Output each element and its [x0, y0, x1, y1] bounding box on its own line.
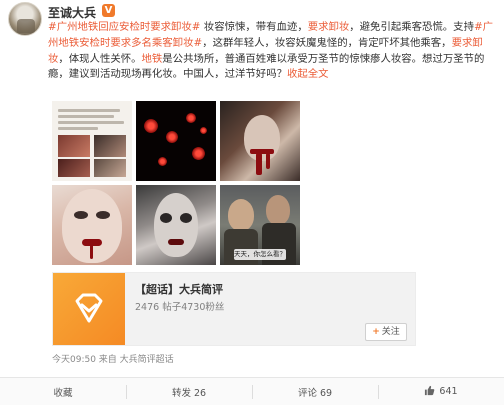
favorite-button[interactable]: 收藏	[0, 378, 126, 405]
supertopic-card[interactable]: 【超话】大兵简评 2476 帖子4730粉丝 + 关注	[52, 272, 416, 346]
verified-badge-icon: V	[102, 4, 115, 17]
like-count: 641	[439, 386, 458, 397]
hashtag-link[interactable]: 地铁	[142, 53, 163, 65]
post-text-segment: ，体现人性关怀。	[58, 52, 142, 65]
post-image-red-lights[interactable]	[136, 101, 216, 181]
post-text-segment: 妆容惊悚，带有血迹，	[200, 21, 308, 33]
thumbs-up-icon	[424, 385, 435, 399]
post-image-vampire-makeup[interactable]	[220, 101, 300, 181]
action-bar: 收藏 转发 26 评论 69 641	[0, 377, 504, 405]
user-avatar[interactable]	[8, 2, 42, 36]
plus-icon: +	[372, 327, 380, 337]
weibo-post: 至诚大兵 V #广州地铁回应安检时要求卸妆# 妆容惊悚，带有血迹，要求卸妆，避免…	[0, 0, 504, 405]
post-image-drama-still[interactable]: 天天，你怎么看？	[220, 185, 300, 265]
hashtag-link[interactable]: #广州地铁回应安检时要求卸妆#	[48, 21, 201, 33]
like-button[interactable]: 641	[378, 378, 504, 405]
drama-subtitle: 天天，你怎么看？	[234, 249, 286, 260]
follow-label: 关注	[381, 327, 400, 337]
supertopic-logo-icon	[53, 273, 125, 345]
supertopic-title: 【超话】大兵简评	[135, 283, 223, 296]
follow-button[interactable]: + 关注	[365, 323, 407, 341]
username[interactable]: 至诚大兵	[48, 4, 96, 21]
repost-button[interactable]: 转发 26	[126, 378, 252, 405]
favorite-label: 收藏	[53, 387, 73, 399]
post-text-segment: ，这群年轻人，妆容妖魔鬼怪的，肯定吓坏其他乘客，	[202, 36, 452, 49]
supertopic-stats: 2476 帖子4730粉丝	[135, 302, 225, 313]
post-body: #广州地铁回应安检时要求卸妆# 妆容惊悚，带有血迹，要求卸妆，避免引起乘客恐慌。…	[48, 20, 500, 83]
repost-label: 转发 26	[171, 387, 207, 399]
post-text-segment: ，避免引起乘客恐慌。支持	[349, 21, 474, 33]
comment-label: 评论 69	[297, 387, 333, 399]
post-image-bloody-lips[interactable]	[52, 185, 132, 265]
comment-button[interactable]: 评论 69	[252, 378, 378, 405]
post-meta: 今天09:50 来自 大兵简评超话	[52, 355, 174, 365]
post-image-news-screenshot[interactable]	[52, 101, 132, 181]
collapse-text-link[interactable]: 收起全文	[287, 68, 329, 80]
hashtag-link[interactable]: 要求卸妆	[308, 21, 350, 33]
post-image-zombie-makeup[interactable]	[136, 185, 216, 265]
